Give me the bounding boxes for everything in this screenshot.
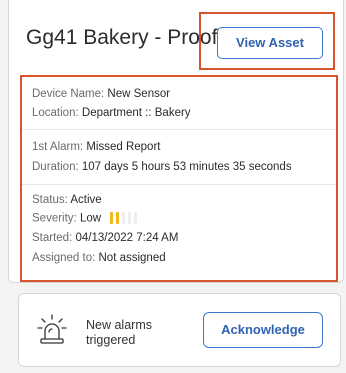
new-alarms-banner: New alarms triggered Acknowledge — [18, 293, 341, 367]
duration-value: 107 days 5 hours 53 minutes 35 seconds — [81, 161, 292, 173]
severity-value: Low — [79, 212, 102, 225]
alarm-detail-screen: Gg41 Bakery - Proofer View Asset Device … — [0, 0, 346, 373]
siren-icon — [37, 314, 67, 344]
started-value: 04/13/2022 7:24 AM — [75, 232, 179, 244]
severity-bar — [134, 212, 138, 224]
status-label: Status: — [32, 194, 68, 206]
device-section: Device Name: New Sensor Location: Depart… — [22, 77, 336, 129]
duration-row: Duration: 107 days 5 hours 53 minutes 35… — [32, 161, 292, 173]
device-name-row: Device Name: New Sensor — [32, 88, 170, 100]
location-label: Location: — [32, 107, 79, 119]
assigned-label: Assigned to: — [32, 252, 96, 264]
assigned-value: Not assigned — [98, 252, 166, 264]
new-alarms-line1: New alarms — [86, 318, 152, 332]
first-alarm-label: 1st Alarm: — [32, 141, 84, 153]
location-row: Location: Department :: Bakery — [32, 107, 191, 119]
new-alarms-line2: triggered — [86, 333, 136, 347]
severity-label: Severity: — [32, 212, 77, 225]
device-name-label: Device Name: — [32, 88, 105, 100]
duration-label: Duration: — [32, 161, 79, 173]
status-row: Status: Active — [32, 194, 102, 206]
started-row: Started: 04/13/2022 7:24 AM — [32, 232, 178, 244]
acknowledge-button[interactable]: Acknowledge — [203, 312, 323, 348]
severity-bar — [110, 212, 114, 224]
status-section: Status: Active Severity: Low Started: 04… — [22, 184, 336, 281]
assigned-row: Assigned to: Not assigned — [32, 252, 166, 264]
first-alarm-value: Missed Report — [86, 141, 161, 153]
severity-bar — [122, 212, 126, 224]
new-alarms-text: New alarms triggered — [86, 318, 152, 348]
status-value: Active — [70, 194, 102, 206]
severity-bar — [116, 212, 120, 224]
severity-bar — [128, 212, 132, 224]
started-label: Started: — [32, 232, 73, 244]
device-name-value: New Sensor — [107, 88, 171, 100]
view-asset-button[interactable]: View Asset — [217, 27, 323, 59]
location-value: Department :: Bakery — [81, 107, 191, 119]
severity-meter — [110, 212, 140, 225]
first-alarm-row: 1st Alarm: Missed Report — [32, 141, 160, 153]
severity-row: Severity: Low — [32, 212, 140, 225]
alarm-section: 1st Alarm: Missed Report Duration: 107 d… — [22, 129, 336, 185]
